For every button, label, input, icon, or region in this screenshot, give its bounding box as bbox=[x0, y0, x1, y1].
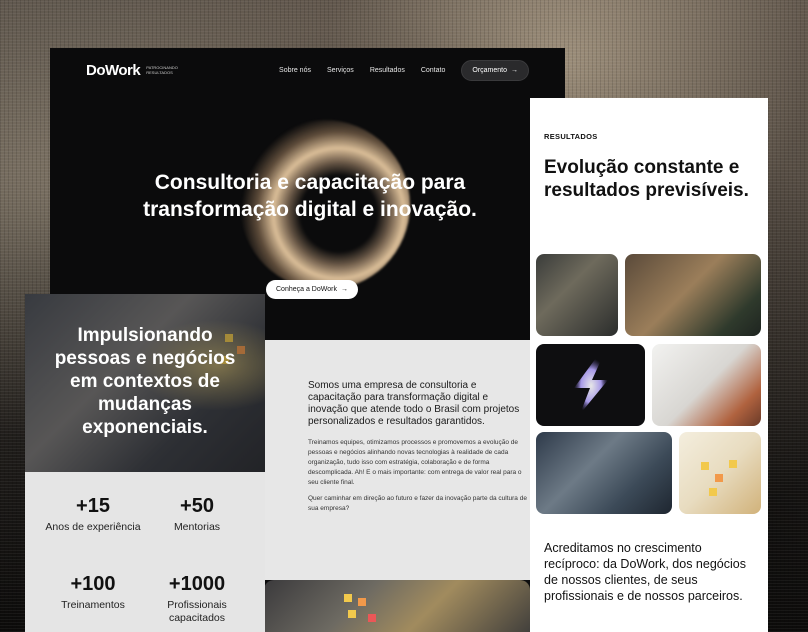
results-title: Evolução constante e resultados previsív… bbox=[544, 157, 749, 201]
results-photo bbox=[625, 254, 761, 336]
results-photo bbox=[536, 432, 672, 514]
stat-label: Mentorias bbox=[173, 521, 221, 533]
nav-links: Sobre nós Serviços Resultados Contato Or… bbox=[279, 59, 529, 81]
stat-value: +15 bbox=[76, 495, 110, 517]
logo-wordmark: DoWork bbox=[86, 61, 141, 79]
results-photo bbox=[679, 432, 761, 514]
sticky-note bbox=[358, 598, 366, 606]
team-photo bbox=[264, 580, 530, 632]
results-photo bbox=[536, 254, 618, 336]
arrow-right-icon: → bbox=[511, 66, 518, 74]
about-question: Quer caminhar em direção ao futuro e faz… bbox=[308, 495, 527, 512]
impulse-title: Impulsionando pessoas e negócios em cont… bbox=[54, 325, 236, 438]
stat-label: Profissionais capacitados bbox=[167, 599, 227, 624]
sticky-note bbox=[348, 610, 356, 618]
sticky-note bbox=[715, 474, 723, 482]
impulse-card: Impulsionando pessoas e negócios em cont… bbox=[25, 294, 265, 632]
nav-link-contato[interactable]: Contato bbox=[421, 67, 446, 74]
stat-value: +50 bbox=[180, 495, 214, 517]
conheca-button[interactable]: Conheça a DoWork → bbox=[266, 280, 358, 299]
top-navigation: DoWork PATROCINANDO RESULTADOS Sobre nós… bbox=[86, 59, 529, 81]
orcamento-label: Orçamento bbox=[472, 66, 507, 74]
sticky-note bbox=[344, 594, 352, 602]
orcamento-button[interactable]: Orçamento → bbox=[461, 59, 529, 81]
stat-item: +50 Mentorias bbox=[147, 494, 247, 534]
logo-tagline: PATROCINANDO RESULTADOS bbox=[146, 65, 178, 75]
about-body: Treinamos equipes, otimizamos processos … bbox=[308, 439, 522, 486]
about-lead: Somos uma empresa de consultoria e capac… bbox=[308, 380, 520, 427]
results-photo bbox=[652, 344, 761, 426]
sticky-note bbox=[709, 488, 717, 496]
stat-value: +100 bbox=[70, 573, 116, 595]
lightning-graphic bbox=[536, 344, 645, 426]
sticky-note bbox=[729, 460, 737, 468]
sticky-note bbox=[368, 614, 376, 622]
results-kicker: RESULTADOS bbox=[544, 132, 598, 141]
stat-item: +100 Treinamentos bbox=[43, 572, 143, 612]
nav-link-sobre[interactable]: Sobre nós bbox=[279, 67, 311, 74]
sticky-note bbox=[701, 462, 709, 470]
meeting-photo: Impulsionando pessoas e negócios em cont… bbox=[25, 294, 265, 472]
arrow-right-icon: → bbox=[340, 286, 348, 293]
nav-link-servicos[interactable]: Serviços bbox=[327, 67, 354, 74]
stat-label: Treinamentos bbox=[61, 599, 125, 611]
stat-value: +1000 bbox=[168, 573, 226, 595]
stat-item: +1000 Profissionais capacitados bbox=[147, 572, 247, 625]
results-footer: Acreditamos no crescimento recíproco: da… bbox=[544, 541, 746, 603]
stats-grid: +15 Anos de experiência +50 Mentorias +1… bbox=[25, 472, 265, 632]
about-content: Somos uma empresa de consultoria e capac… bbox=[308, 380, 528, 514]
stat-label: Anos de experiência bbox=[45, 521, 141, 533]
results-card: RESULTADOS Evolução constante e resultad… bbox=[530, 98, 768, 632]
hero-title: Consultoria e capacitação para transform… bbox=[143, 171, 477, 221]
logo[interactable]: DoWork PATROCINANDO RESULTADOS bbox=[86, 62, 180, 79]
stat-item: +15 Anos de experiência bbox=[43, 494, 143, 534]
conheca-label: Conheça a DoWork bbox=[276, 286, 337, 293]
lightning-icon bbox=[574, 358, 608, 414]
nav-link-resultados[interactable]: Resultados bbox=[370, 67, 405, 74]
